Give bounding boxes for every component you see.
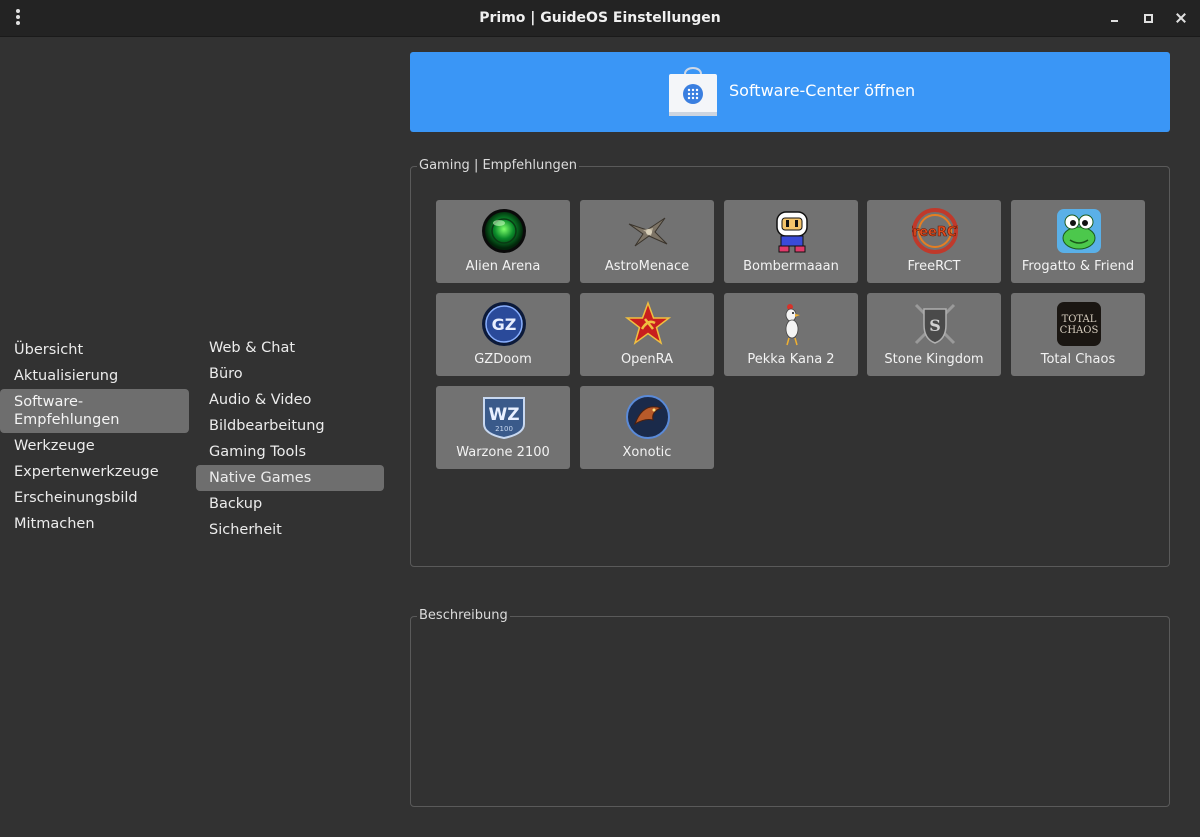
astromenace-icon (628, 217, 668, 247)
sub-navigation: Web & Chat Büro Audio & Video Bildbearbe… (196, 335, 384, 543)
bombermaaan-icon (776, 211, 808, 253)
game-tile-stone-kingdom[interactable]: S Stone Kingdom (867, 293, 1001, 376)
game-label: Pekka Kana 2 (747, 352, 835, 367)
shopping-bag-icon (669, 67, 717, 116)
game-label: Alien Arena (465, 259, 541, 274)
game-label: GZDoom (474, 352, 532, 367)
software-center-label: Software-Center öffnen (729, 81, 916, 100)
game-label: AstroMenace (604, 259, 690, 274)
subnav-item-gaming-tools[interactable]: Gaming Tools (196, 439, 384, 465)
nav-item-erscheinungsbild[interactable]: Erscheinungsbild (0, 485, 189, 511)
svg-text:FreeRCT: FreeRCT (912, 225, 958, 240)
description-group-legend: Beschreibung (417, 608, 510, 624)
game-label: Frogatto & Friend (1021, 259, 1135, 274)
subnav-item-backup[interactable]: Backup (196, 491, 384, 517)
maximize-icon[interactable] (1139, 9, 1157, 27)
title-bar: Primo | GuideOS Einstellungen (0, 0, 1200, 37)
main-navigation: Übersicht Aktualisierung Software- Empfe… (0, 337, 189, 537)
game-tile-bombermaaan[interactable]: Bombermaaan (724, 200, 858, 283)
svg-text:2100: 2100 (495, 425, 513, 433)
subnav-item-bildbearbeitung[interactable]: Bildbearbeitung (196, 413, 384, 439)
nav-item-aktualisierung[interactable]: Aktualisierung (0, 363, 189, 389)
pekka-kana-icon (785, 304, 800, 346)
svg-text:GZ: GZ (492, 315, 517, 334)
svg-text:TOTAL: TOTAL (1062, 314, 1097, 325)
svg-text:CHAOS: CHAOS (1060, 325, 1099, 336)
game-label: Xonotic (622, 445, 672, 460)
game-tile-warzone[interactable]: WZ 2100 Warzone 2100 (436, 386, 570, 469)
gzdoom-icon: GZ (482, 302, 526, 346)
software-center-button[interactable]: Software-Center öffnen (410, 52, 1170, 132)
game-tile-openra[interactable]: OpenRA (580, 293, 714, 376)
subnav-item-buero[interactable]: Büro (196, 361, 384, 387)
nav-item-mitmachen[interactable]: Mitmachen (0, 511, 189, 537)
xonotic-icon (626, 395, 670, 439)
svg-text:WZ: WZ (488, 405, 519, 425)
warzone-icon: WZ 2100 (483, 397, 525, 440)
minimize-icon[interactable] (1106, 9, 1124, 27)
subnav-item-native-games[interactable]: Native Games (196, 465, 384, 491)
description-group: Beschreibung (410, 608, 1170, 807)
svg-text:S: S (929, 316, 941, 335)
nav-item-werkzeuge[interactable]: Werkzeuge (0, 433, 189, 459)
game-tile-pekka-kana[interactable]: Pekka Kana 2 (724, 293, 858, 376)
nav-item-uebersicht[interactable]: Übersicht (0, 337, 189, 363)
window-title: Primo | GuideOS Einstellungen (479, 10, 721, 26)
alien-arena-icon (482, 209, 526, 253)
game-label: Warzone 2100 (456, 445, 550, 460)
nav-item-software-empfehlungen[interactable]: Software- Empfehlungen (0, 389, 189, 433)
total-chaos-icon: TOTAL CHAOS (1057, 302, 1101, 346)
game-tile-total-chaos[interactable]: TOTAL CHAOS Total Chaos (1011, 293, 1145, 376)
close-icon[interactable] (1172, 9, 1190, 27)
subnav-item-web-chat[interactable]: Web & Chat (196, 335, 384, 361)
freerct-icon: FreeRCT (912, 208, 958, 254)
game-label: Stone Kingdom (884, 352, 984, 367)
game-label: Bombermaaan (743, 259, 839, 274)
frogatto-icon (1057, 209, 1101, 253)
openra-icon (625, 301, 671, 345)
subnav-item-sicherheit[interactable]: Sicherheit (196, 517, 384, 543)
gaming-recommendations-group: Gaming | Empfehlungen Alien Arena AstroM… (410, 158, 1170, 567)
game-tile-gzdoom[interactable]: GZ GZDoom (436, 293, 570, 376)
game-tile-xonotic[interactable]: Xonotic (580, 386, 714, 469)
gaming-group-legend: Gaming | Empfehlungen (417, 158, 579, 174)
game-label: Total Chaos (1040, 352, 1116, 367)
subnav-item-audio-video[interactable]: Audio & Video (196, 387, 384, 413)
nav-item-expertenwerkzeuge[interactable]: Expertenwerkzeuge (0, 459, 189, 485)
game-tile-freerct[interactable]: FreeRCT FreeRCT (867, 200, 1001, 283)
game-tile-alien-arena[interactable]: Alien Arena (436, 200, 570, 283)
game-tile-frogatto[interactable]: Frogatto & Friend (1011, 200, 1145, 283)
game-label: FreeRCT (907, 259, 961, 274)
game-label: OpenRA (620, 352, 674, 367)
stone-kingdom-icon: S (914, 303, 956, 345)
game-tile-astromenace[interactable]: AstroMenace (580, 200, 714, 283)
